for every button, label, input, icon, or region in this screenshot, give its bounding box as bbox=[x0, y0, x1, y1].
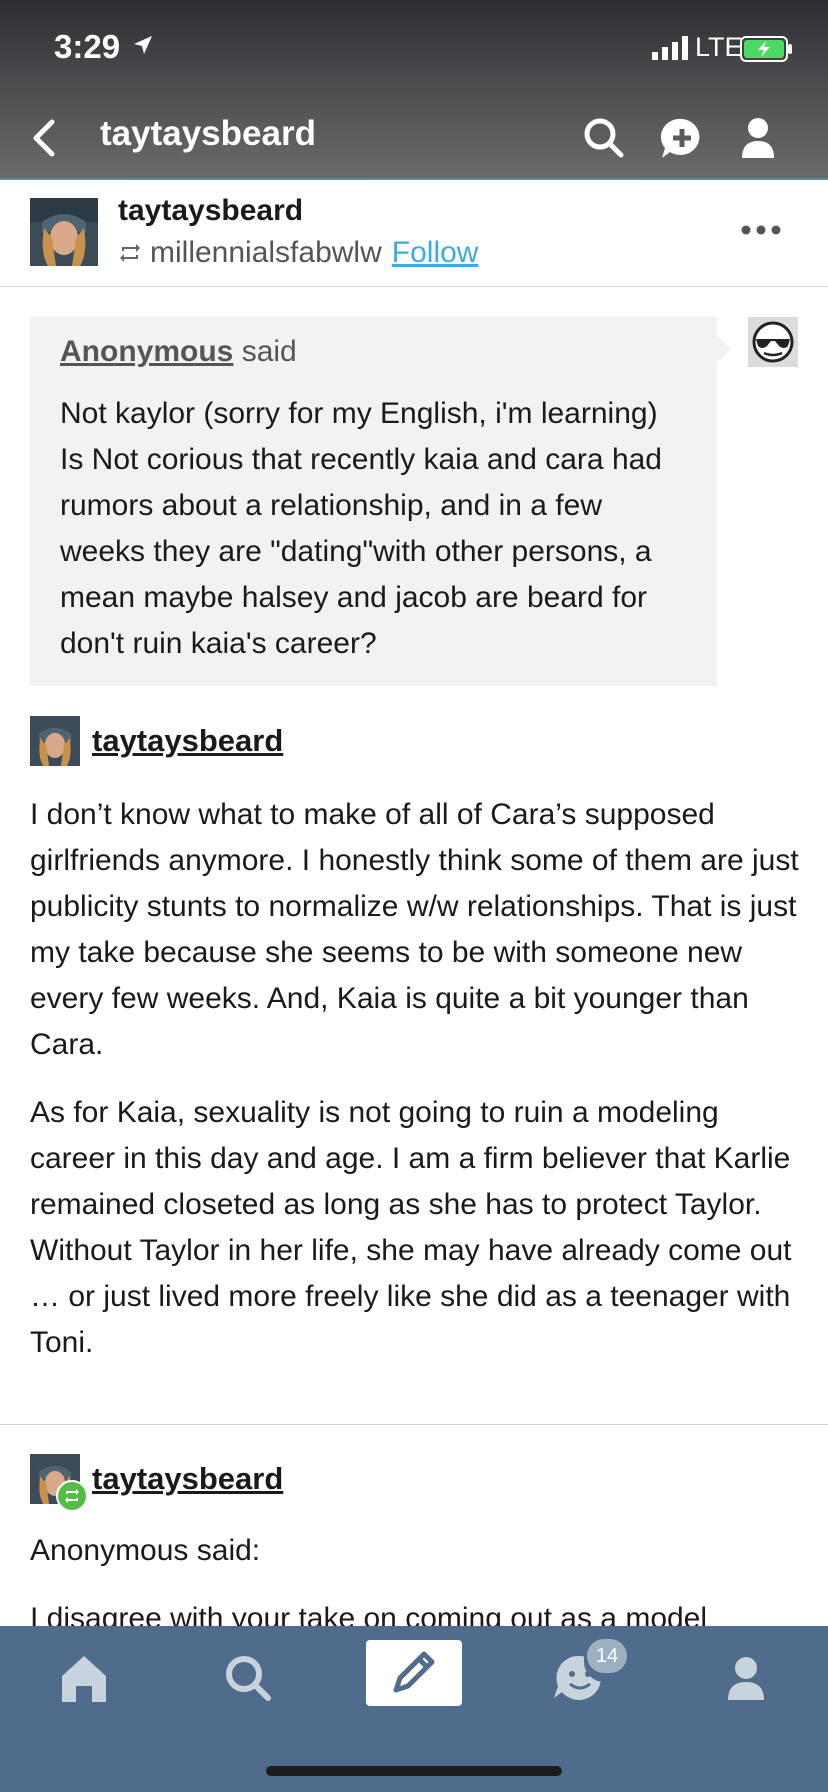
location-arrow-icon bbox=[134, 36, 152, 54]
page-title: taytaysbeard bbox=[100, 114, 316, 153]
blog-name[interactable]: taytaysbeard bbox=[118, 194, 303, 228]
reply-paragraph: I don’t know what to make of all of Cara… bbox=[30, 798, 799, 1061]
asker-name[interactable]: Anonymous bbox=[60, 335, 233, 368]
asker-line: Anonymous said bbox=[60, 335, 687, 369]
ask-plus-icon[interactable] bbox=[652, 108, 712, 168]
notification-count: 14 bbox=[587, 1639, 627, 1673]
anonymous-sunglasses-icon bbox=[752, 321, 794, 363]
home-icon[interactable] bbox=[44, 1640, 124, 1716]
ask-question: Not kaylor (sorry for my English, i'm le… bbox=[60, 397, 662, 660]
more-options-icon[interactable] bbox=[740, 224, 782, 236]
second-post-username[interactable]: taytaysbeard bbox=[92, 1461, 283, 1497]
pencil-icon bbox=[393, 1651, 435, 1693]
home-indicator bbox=[266, 1766, 562, 1776]
search-icon[interactable] bbox=[574, 108, 634, 168]
post-header: taytaysbeard millennialsfabwlw Follow bbox=[0, 180, 828, 287]
status-bar: 3:29 LTE bbox=[0, 0, 828, 100]
top-header: 3:29 LTE taytaysbeard bbox=[0, 0, 828, 180]
back-arrow-icon[interactable] bbox=[18, 108, 78, 168]
follow-link[interactable]: Follow bbox=[392, 236, 479, 270]
person-icon[interactable] bbox=[728, 108, 788, 168]
reply-username[interactable]: taytaysbeard bbox=[92, 723, 283, 759]
anonymous-avatar bbox=[748, 317, 798, 367]
person-icon[interactable] bbox=[706, 1640, 786, 1716]
ask-bubble: Anonymous said Not kaylor (sorry for my … bbox=[30, 317, 731, 686]
navigation-bar: taytaysbeard bbox=[0, 100, 828, 178]
compose-button[interactable] bbox=[366, 1640, 462, 1706]
reply-paragraph: As for Kaia, sexuality is not going to r… bbox=[30, 1096, 792, 1359]
reblog-source-name[interactable]: millennialsfabwlw bbox=[150, 236, 382, 270]
blog-avatar[interactable] bbox=[30, 198, 98, 266]
signal-icon bbox=[652, 36, 688, 60]
reblog-source: millennialsfabwlw Follow bbox=[118, 236, 478, 270]
reblog-icon bbox=[120, 244, 140, 262]
second-post-header: taytaysbeard bbox=[30, 1454, 283, 1512]
battery-icon bbox=[740, 36, 792, 62]
reblog-badge-icon bbox=[56, 1480, 88, 1512]
search-icon[interactable] bbox=[208, 1640, 288, 1716]
second-post-avatar[interactable] bbox=[30, 1454, 88, 1512]
reply-header: taytaysbeard bbox=[30, 716, 283, 766]
said-label: said bbox=[241, 335, 297, 368]
post-divider bbox=[0, 1424, 828, 1425]
network-label: LTE bbox=[695, 32, 743, 62]
notification-badge: 14 bbox=[584, 1636, 630, 1682]
reply-avatar[interactable] bbox=[30, 716, 80, 766]
anonymous-said-label: Anonymous said: bbox=[30, 1534, 261, 1567]
reply-body: I don’t know what to make of all of Cara… bbox=[30, 792, 800, 1388]
clock: 3:29 bbox=[54, 28, 121, 65]
